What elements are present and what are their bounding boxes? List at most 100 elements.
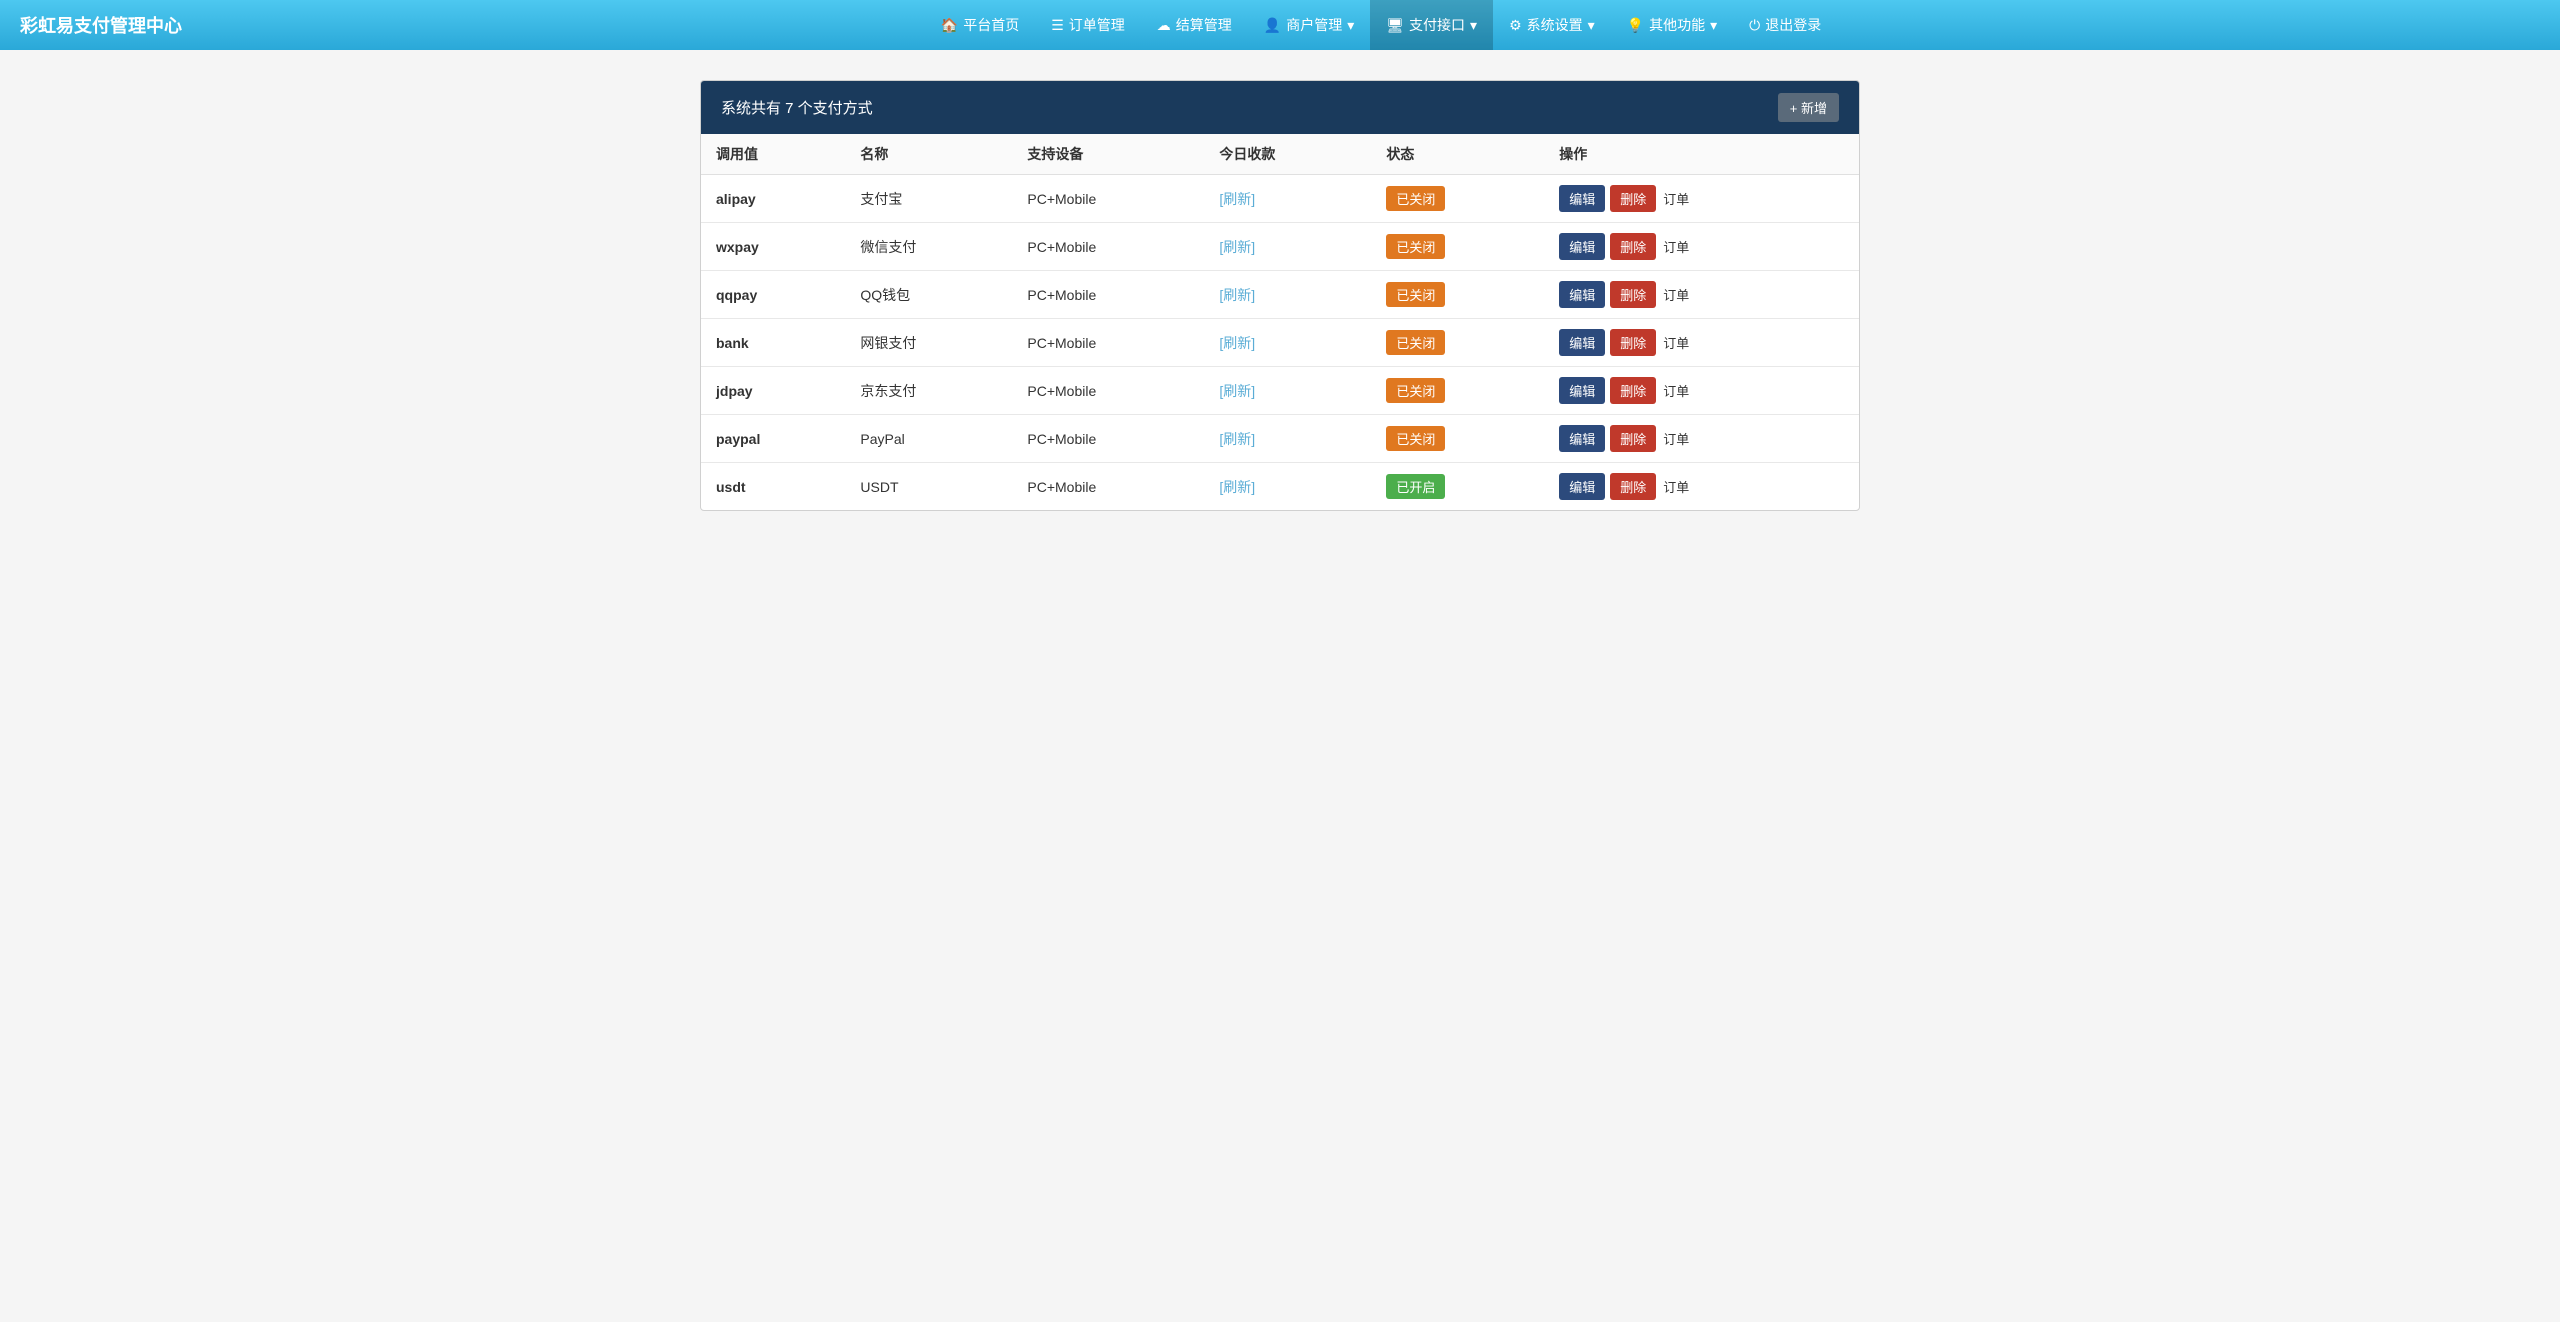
cell-key-0: alipay — [701, 175, 845, 223]
nav-link-settings[interactable]: ⚙ 系统设置 ▾ — [1493, 0, 1611, 50]
status-badge-2: 已关闭 — [1386, 282, 1445, 307]
orders-icon: ☰ — [1051, 17, 1064, 34]
cell-action-1: 编辑 删除 订单 — [1544, 223, 1859, 271]
nav-link-payment[interactable]: 🖥 支付接口 ▾ — [1370, 0, 1493, 50]
table-header-row: 调用值 名称 支持设备 今日收款 状态 操作 — [701, 134, 1859, 175]
edit-button-1[interactable]: 编辑 — [1559, 233, 1605, 260]
home-icon: 🏠 — [941, 17, 958, 34]
order-button-6[interactable]: 订单 — [1661, 477, 1691, 496]
edit-button-0[interactable]: 编辑 — [1559, 185, 1605, 212]
nav-item-other[interactable]: 💡 其他功能 ▾ — [1611, 0, 1733, 50]
cell-key-3: bank — [701, 319, 845, 367]
order-button-3[interactable]: 订单 — [1661, 333, 1691, 352]
order-button-5[interactable]: 订单 — [1661, 429, 1691, 448]
nav-item-home[interactable]: 🏠 平台首页 — [925, 0, 1035, 50]
nav-link-home[interactable]: 🏠 平台首页 — [925, 0, 1035, 50]
delete-button-1[interactable]: 删除 — [1610, 233, 1656, 260]
status-badge-4: 已关闭 — [1386, 378, 1445, 403]
cell-status-2: 已关闭 — [1371, 271, 1544, 319]
cell-status-5: 已关闭 — [1371, 415, 1544, 463]
refresh-link-3[interactable]: [刷新] — [1219, 335, 1255, 351]
table-header-title: 系统共有 7 个支付方式 — [721, 97, 873, 118]
nav-item-merchant[interactable]: 👤 商户管理 ▾ — [1248, 0, 1370, 50]
refresh-link-0[interactable]: [刷新] — [1219, 191, 1255, 207]
nav-item-logout[interactable]: ⏻ 退出登录 — [1733, 0, 1837, 50]
logout-icon: ⏻ — [1749, 17, 1760, 34]
delete-button-6[interactable]: 删除 — [1610, 473, 1656, 500]
other-icon: 💡 — [1627, 17, 1644, 34]
nav-item-payment[interactable]: 🖥 支付接口 ▾ — [1370, 0, 1493, 50]
add-button[interactable]: + 新增 — [1778, 93, 1839, 122]
delete-button-4[interactable]: 删除 — [1610, 377, 1656, 404]
order-button-2[interactable]: 订单 — [1661, 285, 1691, 304]
cell-key-4: jdpay — [701, 367, 845, 415]
nav-item-settlement[interactable]: ☁ 结算管理 — [1141, 0, 1248, 50]
refresh-link-1[interactable]: [刷新] — [1219, 239, 1255, 255]
status-badge-0: 已关闭 — [1386, 186, 1445, 211]
nav-item-settings[interactable]: ⚙ 系统设置 ▾ — [1493, 0, 1611, 50]
status-badge-5: 已关闭 — [1386, 426, 1445, 451]
edit-button-2[interactable]: 编辑 — [1559, 281, 1605, 308]
col-header-device: 支持设备 — [1012, 134, 1204, 175]
table-row: jdpay 京东支付 PC+Mobile [刷新] 已关闭 编辑 删除 订单 — [701, 367, 1859, 415]
cell-name-5: PayPal — [845, 415, 1012, 463]
cell-name-6: USDT — [845, 463, 1012, 511]
order-button-1[interactable]: 订单 — [1661, 237, 1691, 256]
nav-label-settlement: 结算管理 — [1176, 15, 1232, 35]
table-row: bank 网银支付 PC+Mobile [刷新] 已关闭 编辑 删除 订单 — [701, 319, 1859, 367]
payment-icon: 🖥 — [1386, 17, 1404, 34]
status-badge-3: 已关闭 — [1386, 330, 1445, 355]
nav-link-settlement[interactable]: ☁ 结算管理 — [1141, 0, 1248, 50]
nav-label-settings: 系统设置 — [1527, 15, 1583, 35]
cell-today-3[interactable]: [刷新] — [1204, 319, 1371, 367]
cell-device-5: PC+Mobile — [1012, 415, 1204, 463]
cell-today-4[interactable]: [刷新] — [1204, 367, 1371, 415]
cell-key-6: usdt — [701, 463, 845, 511]
cell-action-5: 编辑 删除 订单 — [1544, 415, 1859, 463]
refresh-link-4[interactable]: [刷新] — [1219, 383, 1255, 399]
nav-link-logout[interactable]: ⏻ 退出登录 — [1733, 0, 1837, 50]
edit-button-6[interactable]: 编辑 — [1559, 473, 1605, 500]
delete-button-5[interactable]: 删除 — [1610, 425, 1656, 452]
cell-status-0: 已关闭 — [1371, 175, 1544, 223]
nav-label-home: 平台首页 — [963, 15, 1019, 35]
cell-device-0: PC+Mobile — [1012, 175, 1204, 223]
cell-today-6[interactable]: [刷新] — [1204, 463, 1371, 511]
order-button-0[interactable]: 订单 — [1661, 189, 1691, 208]
delete-button-2[interactable]: 删除 — [1610, 281, 1656, 308]
cell-status-3: 已关闭 — [1371, 319, 1544, 367]
edit-button-5[interactable]: 编辑 — [1559, 425, 1605, 452]
col-header-key: 调用值 — [701, 134, 845, 175]
nav-item-orders[interactable]: ☰ 订单管理 — [1035, 0, 1141, 50]
status-badge-1: 已关闭 — [1386, 234, 1445, 259]
refresh-link-6[interactable]: [刷新] — [1219, 479, 1255, 495]
nav-link-merchant[interactable]: 👤 商户管理 ▾ — [1248, 0, 1370, 50]
cell-today-1[interactable]: [刷新] — [1204, 223, 1371, 271]
col-header-today: 今日收款 — [1204, 134, 1371, 175]
order-button-4[interactable]: 订单 — [1661, 381, 1691, 400]
payment-table: 调用值 名称 支持设备 今日收款 状态 操作 alipay 支付宝 PC+Mob… — [701, 134, 1859, 510]
delete-button-0[interactable]: 删除 — [1610, 185, 1656, 212]
action-buttons-6: 编辑 删除 订单 — [1559, 473, 1844, 500]
table-row: wxpay 微信支付 PC+Mobile [刷新] 已关闭 编辑 删除 订单 — [701, 223, 1859, 271]
edit-button-3[interactable]: 编辑 — [1559, 329, 1605, 356]
edit-button-4[interactable]: 编辑 — [1559, 377, 1605, 404]
cell-device-2: PC+Mobile — [1012, 271, 1204, 319]
refresh-link-2[interactable]: [刷新] — [1219, 287, 1255, 303]
brand: 彩虹易支付管理中心 — [20, 12, 182, 38]
refresh-link-5[interactable]: [刷新] — [1219, 431, 1255, 447]
delete-button-3[interactable]: 删除 — [1610, 329, 1656, 356]
table-header: 系统共有 7 个支付方式 + 新增 — [701, 81, 1859, 134]
cell-action-2: 编辑 删除 订单 — [1544, 271, 1859, 319]
table-row: qqpay QQ钱包 PC+Mobile [刷新] 已关闭 编辑 删除 订单 — [701, 271, 1859, 319]
cell-today-2[interactable]: [刷新] — [1204, 271, 1371, 319]
nav-label-merchant: 商户管理 — [1286, 15, 1342, 35]
col-header-status: 状态 — [1371, 134, 1544, 175]
cell-today-5[interactable]: [刷新] — [1204, 415, 1371, 463]
nav-link-other[interactable]: 💡 其他功能 ▾ — [1611, 0, 1733, 50]
cell-today-0[interactable]: [刷新] — [1204, 175, 1371, 223]
action-buttons-1: 编辑 删除 订单 — [1559, 233, 1844, 260]
cell-key-2: qqpay — [701, 271, 845, 319]
nav-label-other: 其他功能 — [1649, 15, 1705, 35]
nav-link-orders[interactable]: ☰ 订单管理 — [1035, 0, 1141, 50]
